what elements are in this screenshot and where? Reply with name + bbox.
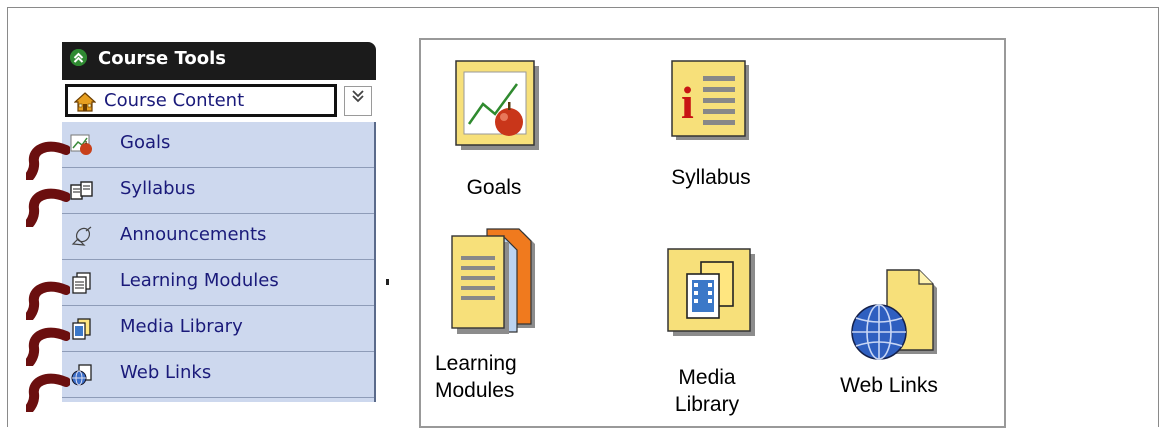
tile-label-line: Media (678, 366, 736, 389)
sidebar-item-label: Media Library (120, 316, 243, 337)
expand-button[interactable] (344, 86, 372, 116)
web-links-icon (70, 364, 92, 386)
goals-icon (455, 60, 539, 150)
sidebar-title: Course Tools (98, 48, 226, 69)
svg-text:i: i (681, 77, 694, 128)
tile-syllabus-label: Syllabus (671, 166, 751, 189)
course-tools-sidebar: Course Tools Course Content Goals Syllab… (62, 42, 376, 402)
media-library-icon (70, 318, 92, 340)
home-icon (73, 92, 97, 116)
tile-label-line: Library (674, 393, 740, 416)
sidebar-item-label: Web Links (120, 362, 212, 383)
tile-label-line: Modules (435, 379, 515, 402)
connector-hook-icon (26, 188, 70, 227)
sidebar-item-learning-modules[interactable]: Learning Modules (62, 260, 374, 306)
sidebar-header: Course Tools (62, 42, 376, 80)
tile-media-library[interactable] (667, 248, 757, 342)
course-content-link[interactable]: Course Content (65, 84, 337, 117)
separator-mark (386, 279, 389, 285)
announcements-icon (70, 226, 92, 248)
sidebar-item-web-links[interactable]: Web Links (62, 352, 374, 398)
sidebar-item-label: Announcements (120, 224, 267, 245)
course-content-row: Course Content (62, 80, 376, 122)
tile-web-links-label: Web Links (840, 374, 938, 397)
sidebar-item-media-library[interactable]: Media Library (62, 306, 374, 352)
course-tools-panel: Goals i Syllabus Learning Modules Media … (419, 38, 1006, 428)
course-content-label: Course Content (104, 90, 245, 111)
learning-modules-icon (451, 228, 535, 334)
collapse-toggle-icon[interactable] (70, 49, 87, 66)
syllabus-icon: i (671, 60, 749, 140)
sidebar-item-label: Goals (120, 132, 171, 153)
tile-learning-modules-label: Learning Modules (435, 350, 535, 404)
connector-hook-icon (26, 141, 70, 180)
tile-media-library-label: Media Library (657, 364, 757, 418)
tile-web-links[interactable] (849, 268, 943, 368)
tile-syllabus[interactable]: i (671, 60, 751, 146)
sidebar-item-goals[interactable]: Goals (62, 122, 374, 168)
sidebar-item-label: Learning Modules (120, 270, 279, 291)
media-library-icon (667, 248, 755, 336)
tile-label-line: Learning (435, 352, 517, 375)
connector-hook-icon (26, 281, 70, 320)
chevron-down-icon (352, 90, 364, 103)
sidebar-item-syllabus[interactable]: Syllabus (62, 168, 374, 214)
goals-icon (70, 134, 92, 156)
tile-learning-modules[interactable] (449, 228, 541, 342)
tile-goals[interactable] (455, 60, 541, 156)
syllabus-icon (70, 180, 93, 202)
tool-list: Goals Syllabus Announcements Learning Mo… (62, 122, 376, 402)
web-links-icon (851, 269, 937, 360)
connector-hook-icon (26, 327, 70, 366)
tile-goals-label: Goals (466, 176, 522, 199)
learning-modules-icon (70, 272, 92, 294)
sidebar-item-label: Syllabus (120, 178, 196, 199)
connector-hook-icon (26, 373, 70, 412)
sidebar-item-announcements[interactable]: Announcements (62, 214, 374, 260)
